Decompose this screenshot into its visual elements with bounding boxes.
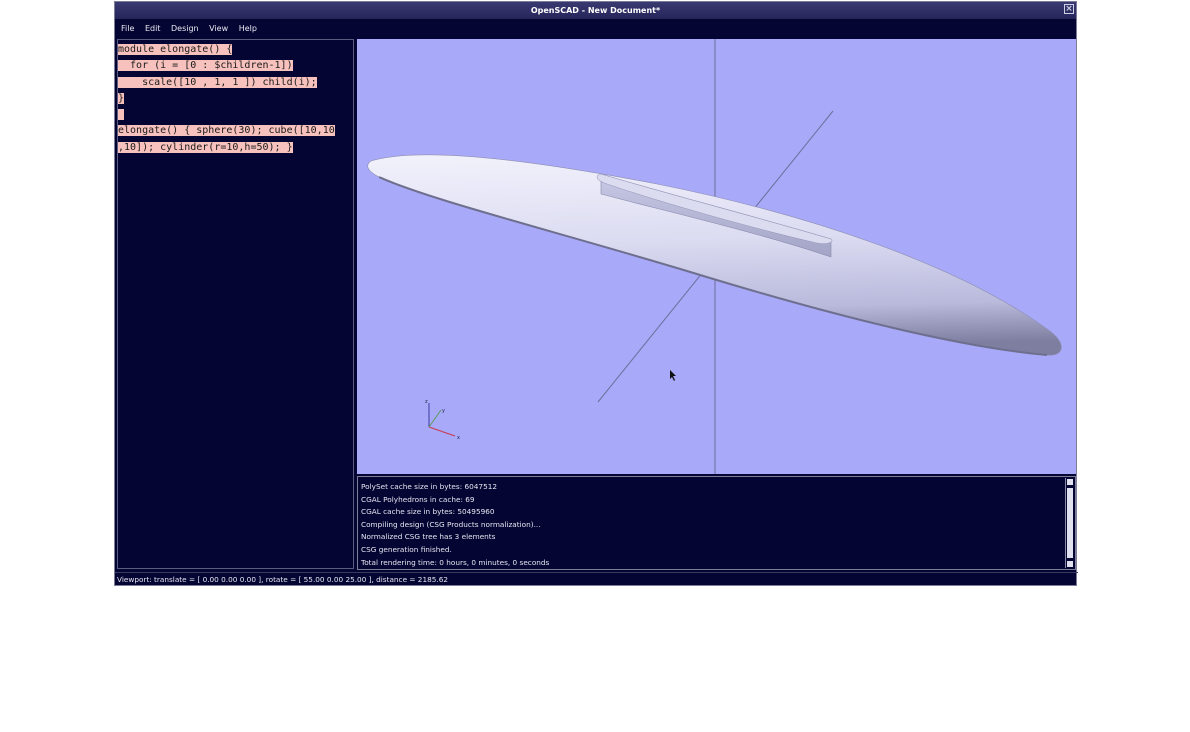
console-line: PolySet cache size in bytes: 6047512: [361, 482, 497, 491]
menu-help[interactable]: Help: [239, 24, 257, 33]
menu-view[interactable]: View: [209, 24, 228, 33]
menu-design[interactable]: Design: [171, 24, 199, 33]
mouse-cursor-icon: [670, 370, 676, 381]
code-line: ,10]); cylinder(r=10,h=50); }: [118, 141, 293, 153]
menu-bar: File Edit Design View Help: [115, 20, 1076, 37]
console-line: Total rendering time: 0 hours, 0 minutes…: [361, 557, 550, 567]
code-line: }: [118, 92, 125, 104]
scroll-thumb[interactable]: [1067, 488, 1073, 558]
code-line: scale([10 , 1, 1 ]) child(i);: [118, 76, 317, 88]
status-bar: Viewport: translate = [ 0.00 0.00 0.00 ]…: [115, 572, 1078, 586]
console-output: PolySet cache size in bytes: 6047512 CGA…: [361, 481, 549, 569]
code-line: [118, 109, 125, 121]
console-line: CGAL cache size in bytes: 50495960: [361, 507, 495, 517]
console-panel[interactable]: PolySet cache size in bytes: 6047512 CGA…: [357, 476, 1076, 570]
code-editor[interactable]: module elongate() { for (i = [0 : $child…: [117, 39, 354, 569]
axis-label-y: y: [442, 408, 445, 414]
scroll-down-icon[interactable]: [1067, 561, 1073, 567]
scroll-up-icon[interactable]: [1067, 479, 1073, 485]
console-line: CSG generation finished.: [361, 544, 452, 554]
close-icon[interactable]: ×: [1064, 4, 1074, 14]
3d-scene: z y x: [367, 39, 1062, 474]
console-scrollbar[interactable]: [1065, 478, 1074, 568]
axis-label-z: z: [425, 399, 428, 405]
code-line: for (i = [0 : $children-1]): [118, 60, 293, 72]
3d-viewport[interactable]: z y x: [357, 39, 1076, 474]
console-line: Normalized CSG tree has 3 elements: [361, 532, 496, 542]
axes-gizmo: z y x: [425, 399, 460, 441]
code-line: module elongate() {: [118, 44, 233, 55]
axis-label-x: x: [457, 435, 460, 441]
console-line: Compiling design (CSG Products normaliza…: [361, 519, 541, 529]
title-bar[interactable]: OpenSCAD - New Document* ×: [115, 2, 1076, 19]
openscad-window: OpenSCAD - New Document* × File Edit Des…: [114, 1, 1078, 586]
console-line: CGAL Polyhedrons in cache: 69: [361, 494, 475, 504]
code-line: elongate() { sphere(30); cube([10,10: [118, 125, 335, 137]
menu-file[interactable]: File: [121, 24, 134, 33]
menu-edit[interactable]: Edit: [145, 24, 161, 33]
window-title: OpenSCAD - New Document*: [530, 6, 661, 15]
